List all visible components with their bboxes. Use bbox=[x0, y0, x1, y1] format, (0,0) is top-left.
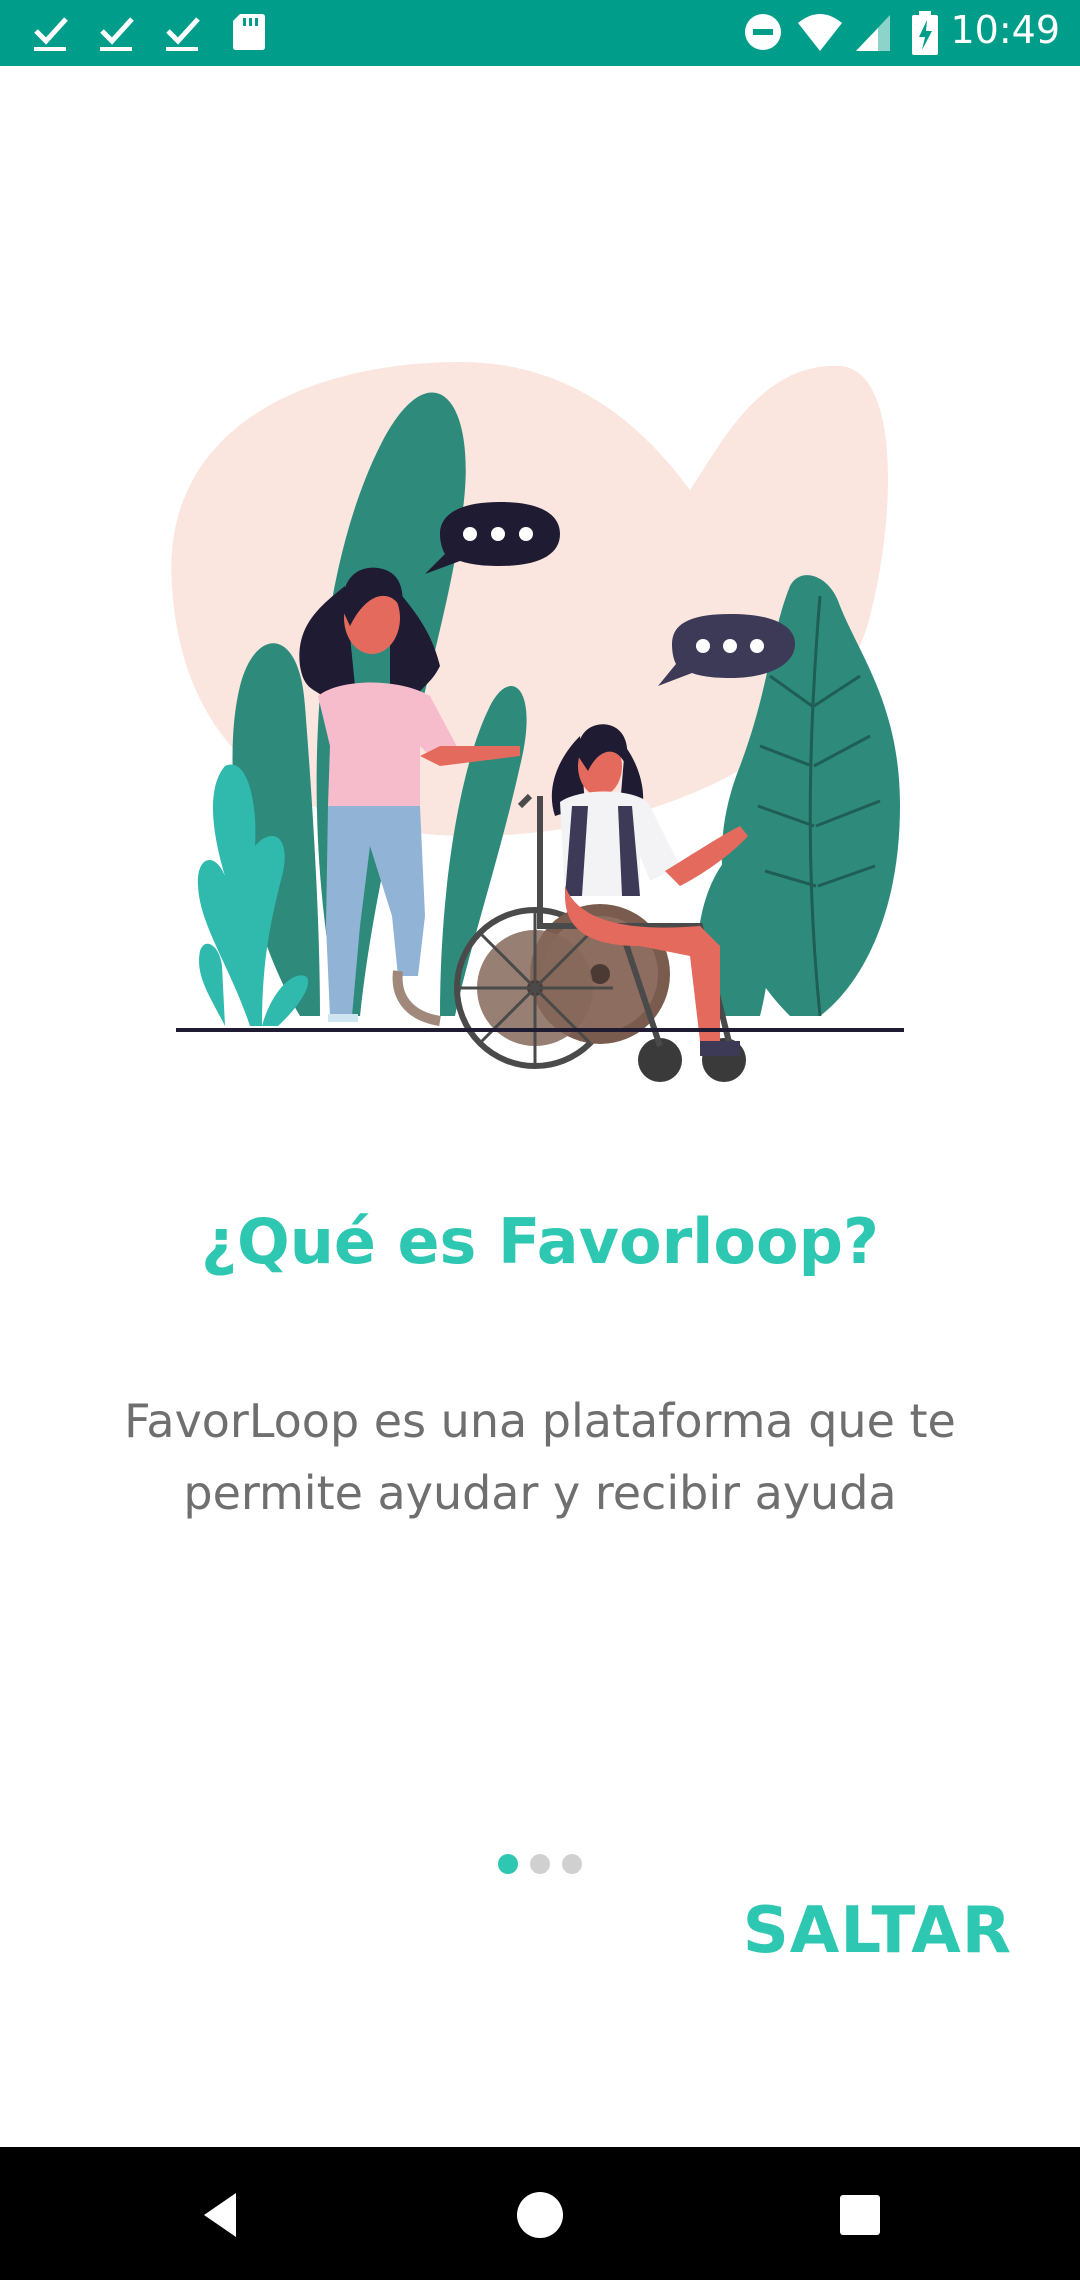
page-title: ¿Qué es Favorloop? bbox=[201, 1205, 879, 1278]
page-indicator bbox=[0, 1854, 1080, 1876]
page-description: FavorLoop es una plataforma que te permi… bbox=[124, 1394, 956, 1520]
page-dot bbox=[530, 1854, 550, 1874]
check-icon bbox=[100, 17, 134, 51]
status-bar: 10:49 bbox=[0, 0, 1080, 66]
clock: 10:49 bbox=[950, 8, 1060, 52]
onboarding-illustration bbox=[171, 362, 904, 1082]
navigation-bar bbox=[0, 2147, 1080, 2280]
page-dot-active bbox=[498, 1854, 518, 1874]
do-not-disturb-icon bbox=[745, 14, 781, 50]
recents-icon[interactable] bbox=[830, 2185, 890, 2245]
signal-icon bbox=[856, 15, 890, 51]
check-icon bbox=[166, 17, 200, 51]
home-icon[interactable] bbox=[510, 2185, 570, 2245]
wifi-icon bbox=[798, 14, 842, 51]
skip-button[interactable]: SALTAR bbox=[743, 1894, 1012, 1968]
page-dot bbox=[562, 1854, 582, 1874]
battery-charging-icon bbox=[912, 11, 938, 55]
back-icon[interactable] bbox=[192, 2185, 252, 2245]
sd-card-icon bbox=[233, 14, 265, 50]
check-icon bbox=[34, 17, 68, 51]
